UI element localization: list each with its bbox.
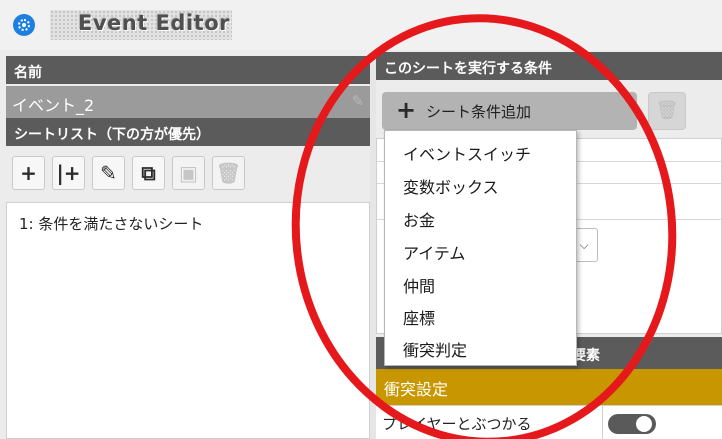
plus-icon: + <box>396 96 417 124</box>
app-logo-icon <box>13 14 35 36</box>
trash-icon: 🗑 <box>655 100 679 121</box>
collision-settings-section[interactable]: 衝突設定 <box>376 369 722 405</box>
menu-item-party[interactable]: 仲間 <box>385 267 576 299</box>
edit-sheet-button[interactable]: ✎ <box>92 156 125 190</box>
menu-item-coordinates[interactable]: 座標 <box>385 299 576 331</box>
list-item[interactable]: 1: 条件を満たさないシート <box>7 209 369 235</box>
sheet-toolbar: + |+ ✎ ⧉ ▣ 🗑 <box>6 146 370 200</box>
insert-sheet-button[interactable]: |+ <box>52 156 85 190</box>
paste-icon: ▣ <box>179 161 198 185</box>
menu-item-collision[interactable]: 衝突判定 <box>385 331 576 363</box>
player-collide-row: プレイヤーとぶつかる <box>376 405 722 439</box>
paste-sheet-button[interactable]: ▣ <box>172 156 205 190</box>
title-bar: Event Editor <box>0 0 722 50</box>
menu-item-item[interactable]: アイテム <box>385 234 576 266</box>
menu-item-event-switch[interactable]: イベントスイッチ <box>385 135 576 167</box>
add-condition-label: シート条件追加 <box>426 103 532 121</box>
sheet-list-header: シートリスト（下の方が優先） <box>6 118 370 146</box>
insert-icon: |+ <box>56 161 81 185</box>
pencil-icon: ✎ <box>100 161 117 185</box>
trash-icon: 🗑 <box>215 161 242 185</box>
conditions-header: このシートを実行する条件 <box>376 52 722 80</box>
plus-icon: + <box>20 161 37 185</box>
event-name-value: イベント_2 <box>12 96 95 115</box>
name-header: 名前 <box>6 56 370 84</box>
copy-icon: ⧉ <box>141 161 156 185</box>
condition-type-menu: イベントスイッチ 変数ボックス お金 アイテム 仲間 座標 衝突判定 <box>384 130 577 366</box>
app-title: Event Editor <box>78 11 230 35</box>
sheet-list: 1: 条件を満たさないシート <box>6 202 370 439</box>
menu-item-money[interactable]: お金 <box>385 201 576 233</box>
delete-condition-button[interactable]: 🗑 <box>648 92 686 130</box>
event-name-field[interactable]: イベント_2 ✎ <box>6 86 370 118</box>
player-collide-toggle[interactable] <box>608 414 656 434</box>
copy-sheet-button[interactable]: ⧉ <box>132 156 165 190</box>
player-collide-label: プレイヤーとぶつかる <box>382 415 532 433</box>
delete-sheet-button[interactable]: 🗑 <box>212 156 245 190</box>
edit-name-pencil-icon[interactable]: ✎ <box>351 92 364 110</box>
add-sheet-button[interactable]: + <box>12 156 45 190</box>
menu-item-variable-box[interactable]: 変数ボックス <box>385 168 576 200</box>
add-sheet-condition-button[interactable]: + シート条件追加 <box>382 92 637 130</box>
